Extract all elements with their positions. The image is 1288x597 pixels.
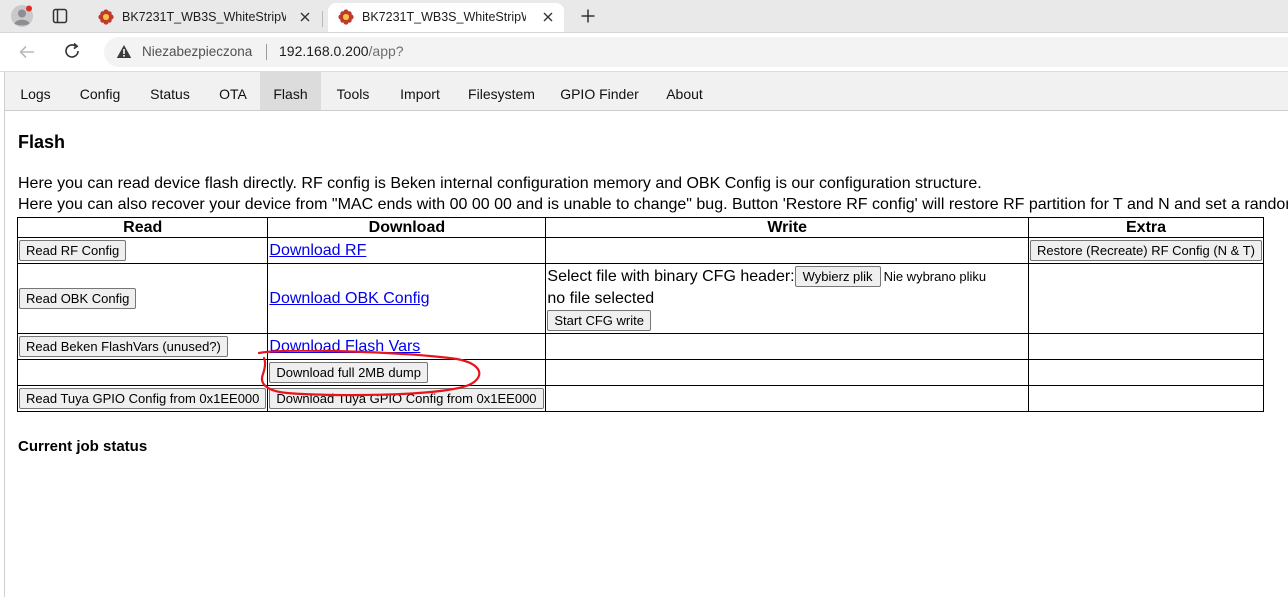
tab-logs[interactable]: Logs bbox=[5, 72, 66, 110]
header-download: Download bbox=[267, 217, 547, 238]
tab-config[interactable]: Config bbox=[66, 72, 134, 110]
new-tab-plus-icon[interactable] bbox=[580, 8, 596, 24]
flash-table: Read Download Write Extra Read RF Config… bbox=[16, 217, 1264, 412]
tab-status[interactable]: Status bbox=[134, 72, 206, 110]
security-status-label[interactable]: Niezabezpieczona bbox=[142, 44, 252, 59]
browser-tab-1[interactable]: BK7231T_WB3S_WhiteStripWindow bbox=[88, 3, 323, 32]
browser-tab-title: BK7231T_WB3S_WhiteStripWindow bbox=[362, 10, 526, 24]
tab-import[interactable]: Import bbox=[385, 72, 455, 110]
cell-extra bbox=[1028, 333, 1264, 360]
download-obk-config-link[interactable]: Download OBK Config bbox=[269, 290, 429, 307]
cell-extra: Restore (Recreate) RF Config (N & T) bbox=[1028, 237, 1264, 264]
no-file-selected-text: no file selected bbox=[547, 289, 655, 307]
cell-write bbox=[545, 385, 1030, 412]
download-flash-vars-link[interactable]: Download Flash Vars bbox=[269, 338, 420, 355]
cell-read: Read Beken FlashVars (unused?) bbox=[16, 333, 269, 360]
browser-tabstrip: BK7231T_WB3S_WhiteStripWindow BK7231T_WB… bbox=[0, 0, 1288, 33]
close-icon[interactable] bbox=[542, 11, 554, 23]
table-row: Read Beken FlashVars (unused?) Download … bbox=[16, 333, 1264, 360]
omnibox-divider bbox=[266, 44, 267, 60]
table-row: Download full 2MB dump bbox=[16, 359, 1264, 386]
tab-actions-icon[interactable] bbox=[52, 8, 68, 24]
flower-favicon-icon bbox=[98, 9, 114, 25]
cell-download: Download RF bbox=[267, 237, 547, 264]
header-read: Read bbox=[16, 217, 269, 238]
read-obk-config-button[interactable]: Read OBK Config bbox=[19, 288, 137, 309]
cell-download: Download full 2MB dump bbox=[267, 359, 547, 386]
cell-extra bbox=[1028, 359, 1264, 386]
cell-write bbox=[545, 237, 1030, 264]
cell-download: Download Tuya GPIO Config from 0x1EE000 bbox=[267, 385, 547, 412]
header-write: Write bbox=[545, 217, 1030, 238]
url-omnibox[interactable]: Niezabezpieczona 192.168.0.200/app? bbox=[104, 37, 1288, 67]
download-tuya-gpio-config-button[interactable]: Download Tuya GPIO Config from 0x1EE000 bbox=[269, 388, 544, 409]
no-file-chosen-text: Nie wybrano pliku bbox=[883, 268, 987, 284]
job-status-title: Current job status bbox=[18, 438, 148, 455]
warning-triangle-icon[interactable] bbox=[116, 44, 132, 59]
read-tuya-gpio-config-button[interactable]: Read Tuya GPIO Config from 0x1EE000 bbox=[19, 388, 267, 409]
url-path: /app? bbox=[368, 43, 404, 59]
start-write-row: Start CFG write bbox=[547, 309, 1027, 332]
cell-write bbox=[545, 359, 1030, 386]
cell-download: Download Flash Vars bbox=[267, 333, 547, 360]
flower-favicon-icon bbox=[338, 9, 354, 25]
page-title: Flash bbox=[18, 132, 66, 152]
tab-flash[interactable]: Flash bbox=[260, 72, 321, 110]
browser-address-bar: Niezabezpieczona 192.168.0.200/app? bbox=[0, 33, 1288, 72]
start-cfg-write-button[interactable]: Start CFG write bbox=[547, 309, 651, 331]
table-row: Read OBK Config Download OBK Config Sele… bbox=[16, 263, 1264, 334]
file-select-row: Select file with binary CFG header: Wybie… bbox=[547, 265, 1027, 288]
tab-about[interactable]: About bbox=[651, 72, 718, 110]
close-icon[interactable] bbox=[299, 11, 311, 23]
file-select-label: Select file with binary CFG header: bbox=[547, 267, 795, 285]
cell-read: Read OBK Config bbox=[16, 263, 269, 334]
table-row: Read RF Config Download RF Restore (Recr… bbox=[16, 237, 1264, 264]
cell-extra bbox=[1028, 263, 1264, 334]
table-row: Read Tuya GPIO Config from 0x1EE000 Down… bbox=[16, 385, 1264, 412]
profile-avatar-icon[interactable] bbox=[11, 5, 33, 27]
cell-download: Download OBK Config bbox=[267, 263, 547, 334]
browser-tab-2[interactable]: BK7231T_WB3S_WhiteStripWindow bbox=[328, 3, 564, 32]
download-full-dump-button[interactable]: Download full 2MB dump bbox=[269, 362, 428, 383]
tab-tools[interactable]: Tools bbox=[321, 72, 385, 110]
read-flashvars-button[interactable]: Read Beken FlashVars (unused?) bbox=[19, 336, 228, 357]
cell-read: Read Tuya GPIO Config from 0x1EE000 bbox=[16, 385, 269, 412]
page-content: Logs Config Status OTA Flash Tools Impor… bbox=[4, 72, 1288, 597]
url-text[interactable]: 192.168.0.200/app? bbox=[279, 43, 404, 59]
cell-extra bbox=[1028, 385, 1264, 412]
download-rf-link[interactable]: Download RF bbox=[269, 242, 366, 259]
app-nav-tabs: Logs Config Status OTA Flash Tools Impor… bbox=[5, 72, 1288, 111]
tab-filesystem[interactable]: Filesystem bbox=[455, 72, 548, 110]
restore-rf-config-button[interactable]: Restore (Recreate) RF Config (N & T) bbox=[1030, 240, 1262, 261]
browser-tab-title: BK7231T_WB3S_WhiteStripWindow bbox=[122, 10, 286, 24]
tab-ota[interactable]: OTA bbox=[206, 72, 260, 110]
cell-write: Select file with binary CFG header: Wybie… bbox=[545, 263, 1030, 334]
reload-icon[interactable] bbox=[63, 42, 81, 60]
description-line-1: Here you can read device flash directly.… bbox=[18, 175, 982, 192]
cell-write bbox=[545, 333, 1030, 360]
tab-gpio-finder[interactable]: GPIO Finder bbox=[548, 72, 651, 110]
header-extra: Extra bbox=[1028, 217, 1264, 238]
cell-read: Read RF Config bbox=[16, 237, 269, 264]
url-host: 192.168.0.200 bbox=[279, 43, 369, 59]
back-arrow-icon[interactable] bbox=[18, 43, 36, 61]
choose-file-button[interactable]: Wybierz plik bbox=[794, 265, 881, 287]
read-rf-config-button[interactable]: Read RF Config bbox=[19, 240, 127, 261]
cell-read bbox=[16, 359, 269, 386]
description-line-2: Here you can also recover your device fr… bbox=[18, 196, 1288, 213]
